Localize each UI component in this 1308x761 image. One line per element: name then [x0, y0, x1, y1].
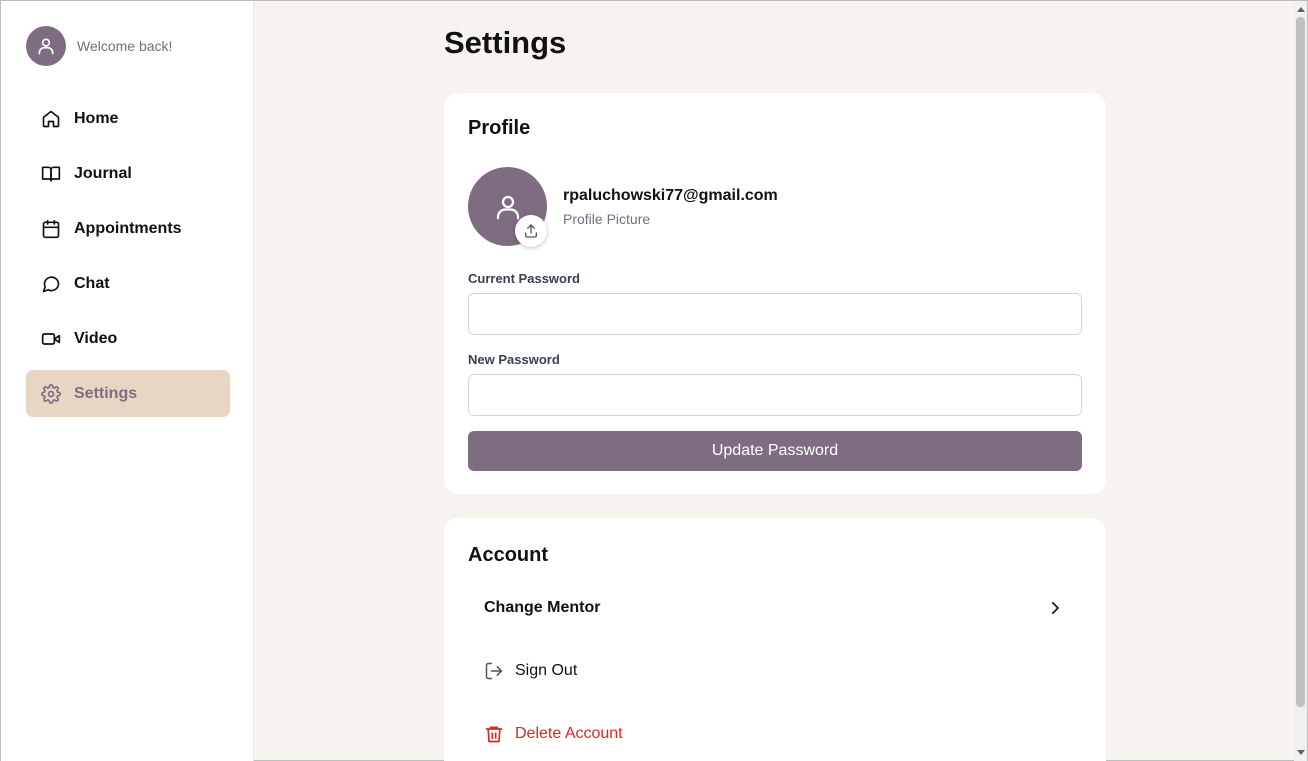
delete-account-button[interactable]: Delete Account — [468, 711, 1082, 757]
sidebar-item-home[interactable]: Home — [26, 95, 230, 142]
avatar[interactable] — [26, 26, 66, 66]
profile-card: Profile rpaluchowski77@gmail.com Profile… — [444, 93, 1106, 494]
sidebar-item-settings[interactable]: Settings — [26, 370, 230, 417]
profile-email: rpaluchowski77@gmail.com — [563, 187, 778, 204]
account-card: Account Change Mentor Sign Out Delete Ac… — [444, 518, 1106, 761]
current-password-field[interactable] — [468, 293, 1082, 335]
sidebar-item-video[interactable]: Video — [26, 315, 230, 362]
sidebar-nav: Home Journal Appointments Chat Video Set… — [26, 95, 230, 425]
sidebar-item-label: Home — [74, 109, 119, 127]
scroll-down-arrow[interactable] — [1294, 746, 1307, 760]
account-card-title: Account — [468, 544, 548, 566]
sign-out-label: Sign Out — [515, 662, 578, 679]
sidebar-item-label: Appointments — [74, 219, 182, 237]
user-header: Welcome back! — [26, 26, 172, 66]
current-password-label: Current Password — [468, 271, 580, 286]
book-icon — [40, 163, 62, 185]
user-icon — [38, 38, 54, 55]
calendar-icon — [40, 218, 62, 240]
sidebar-item-label: Chat — [74, 274, 110, 292]
page-title: Settings — [444, 25, 567, 60]
sign-out-icon — [484, 661, 504, 681]
sidebar-item-chat[interactable]: Chat — [26, 260, 230, 307]
sidebar-item-label: Video — [74, 329, 118, 347]
scroll-thumb[interactable] — [1296, 17, 1305, 707]
sidebar-item-journal[interactable]: Journal — [26, 150, 230, 197]
video-camera-icon — [40, 328, 62, 350]
change-mentor-button[interactable]: Change Mentor — [468, 585, 1082, 631]
change-mentor-label: Change Mentor — [484, 599, 601, 616]
profile-picture-caption: Profile Picture — [563, 211, 651, 227]
upload-picture-button[interactable] — [515, 215, 547, 247]
user-icon — [496, 195, 519, 219]
new-password-field[interactable] — [468, 374, 1082, 416]
sidebar-item-label: Settings — [74, 384, 138, 402]
scroll-up-arrow[interactable] — [1294, 2, 1307, 16]
sidebar-item-appointments[interactable]: Appointments — [26, 205, 230, 252]
sidebar-item-label: Journal — [74, 164, 132, 182]
home-icon — [40, 108, 62, 130]
delete-account-label: Delete Account — [515, 725, 623, 742]
sidebar: Welcome back! Home Journal Appointments … — [1, 1, 254, 761]
sign-out-button[interactable]: Sign Out — [468, 648, 1082, 694]
trash-icon — [484, 724, 504, 744]
upload-icon — [525, 224, 537, 238]
gear-icon — [40, 383, 62, 405]
new-password-label: New Password — [468, 352, 560, 367]
scrollbar[interactable] — [1294, 1, 1307, 761]
welcome-text: Welcome back! — [77, 38, 173, 54]
profile-card-title: Profile — [468, 117, 531, 139]
chat-bubble-icon — [40, 273, 62, 295]
chevron-right-icon — [1046, 599, 1064, 622]
update-password-button[interactable]: Update Password — [468, 431, 1082, 471]
